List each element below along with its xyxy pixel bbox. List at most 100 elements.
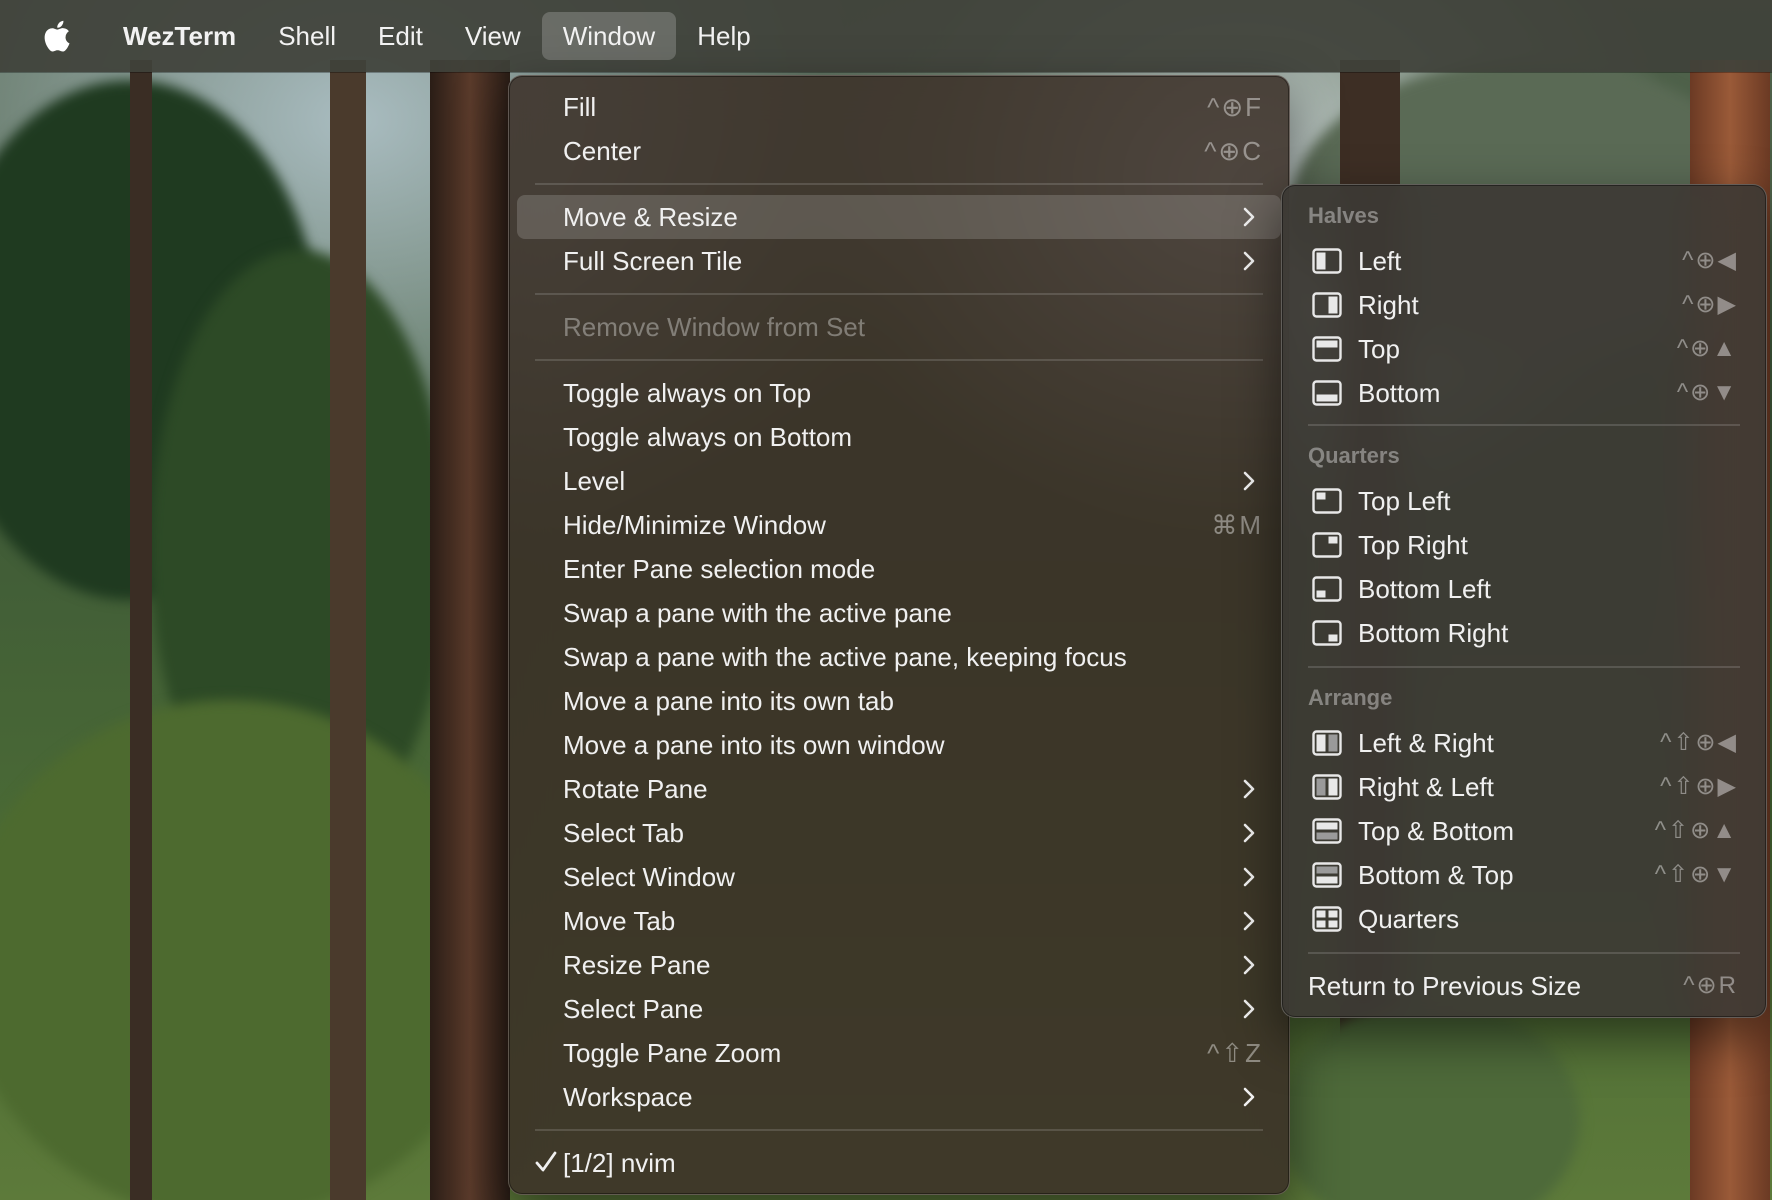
menu-item-full-screen-tile[interactable]: Full Screen Tile: [517, 239, 1281, 283]
arrange-quarters-icon: [1312, 906, 1342, 932]
menu-separator: [535, 1129, 1263, 1131]
move-resize-submenu: Halves Left ^⊕◀ Right ^⊕▶ Top ^⊕▲ Bottom…: [1281, 184, 1767, 1018]
quarter-top-right-icon: [1312, 532, 1342, 558]
menu-item-move-resize[interactable]: Move & Resize: [517, 195, 1281, 239]
arrange-left-right-icon: [1312, 730, 1342, 756]
half-right-icon: [1312, 292, 1342, 318]
section-title-quarters: Quarters: [1308, 443, 1400, 468]
submenu-item-label: Bottom Right: [1358, 618, 1509, 648]
menu-separator: [1308, 666, 1740, 668]
arrange-top-bottom-icon: [1312, 818, 1342, 844]
chevron-right-icon: [1243, 823, 1255, 843]
menu-view[interactable]: View: [444, 12, 542, 60]
submenu-item-shortcut: ^⇧⊕▶: [1660, 773, 1738, 800]
chevron-right-icon: [1243, 911, 1255, 931]
window-menu-dropdown: Fill ^⊕F Center ^⊕C Move & Resize Full S…: [508, 75, 1290, 1195]
menu-item-remove-window-from-set: Remove Window from Set: [517, 305, 1281, 349]
menu-item-shortcut: ^⊕C: [1204, 136, 1263, 166]
submenu-item-shortcut: ^⊕R: [1683, 972, 1738, 999]
quarter-bottom-right-icon: [1312, 620, 1342, 646]
submenu-item-label: Top Left: [1358, 486, 1451, 516]
menu-separator: [535, 293, 1263, 295]
section-title-arrange: Arrange: [1308, 685, 1393, 710]
submenu-item-bottom-top[interactable]: Bottom & Top ^⇧⊕▼: [1290, 853, 1758, 897]
menu-item-label: Select Tab: [563, 818, 684, 848]
apple-logo-icon[interactable]: [36, 19, 76, 53]
menu-item-fill[interactable]: Fill ^⊕F: [517, 85, 1281, 129]
menu-item-rotate-pane[interactable]: Rotate Pane: [517, 767, 1281, 811]
menu-separator: [1308, 952, 1740, 954]
submenu-item-top[interactable]: Top ^⊕▲: [1290, 327, 1758, 371]
chevron-right-icon: [1243, 251, 1255, 271]
menu-item-label: Move Tab: [563, 906, 676, 936]
menu-item-toggle-always-on-top[interactable]: Toggle always on Top: [517, 371, 1281, 415]
menu-item-swap-pane-keep-focus[interactable]: Swap a pane with the active pane, keepin…: [517, 635, 1281, 679]
menu-item-toggle-pane-zoom[interactable]: Toggle Pane Zoom ^⇧Z: [517, 1031, 1281, 1075]
menu-item-label: Center: [563, 136, 642, 166]
menu-item-label: Select Pane: [563, 994, 704, 1024]
menu-item-label: Select Window: [563, 862, 735, 892]
chevron-right-icon: [1243, 955, 1255, 975]
submenu-item-label: Left & Right: [1358, 728, 1494, 758]
submenu-item-top-left[interactable]: Top Left: [1290, 479, 1758, 523]
menu-item-select-tab[interactable]: Select Tab: [517, 811, 1281, 855]
menu-item-label: Full Screen Tile: [563, 246, 743, 276]
submenu-item-left[interactable]: Left ^⊕◀: [1290, 239, 1758, 283]
submenu-item-quarters[interactable]: Quarters: [1290, 897, 1758, 941]
menu-item-hide-minimize-window[interactable]: Hide/Minimize Window ⌘M: [517, 503, 1281, 547]
menu-item-label: Move & Resize: [563, 202, 738, 232]
menu-item-label: Fill: [563, 92, 597, 122]
menu-help[interactable]: Help: [676, 12, 771, 60]
menu-item-select-pane[interactable]: Select Pane: [517, 987, 1281, 1031]
menu-item-label: Rotate Pane: [563, 774, 708, 804]
menu-item-level[interactable]: Level: [517, 459, 1281, 503]
menu-edit[interactable]: Edit: [357, 12, 444, 60]
menu-item-center[interactable]: Center ^⊕C: [517, 129, 1281, 173]
submenu-item-label: Top: [1358, 334, 1400, 364]
menu-item-workspace[interactable]: Workspace: [517, 1075, 1281, 1119]
menu-window[interactable]: Window: [541, 12, 677, 60]
arrange-bottom-top-icon: [1312, 862, 1342, 888]
submenu-item-label: Right & Left: [1358, 772, 1494, 802]
chevron-right-icon: [1243, 1087, 1255, 1107]
menu-shell[interactable]: Shell: [257, 12, 357, 60]
submenu-item-right-left[interactable]: Right & Left ^⇧⊕▶: [1290, 765, 1758, 809]
menu-item-shortcut: ⌘M: [1211, 510, 1263, 540]
submenu-item-top-bottom[interactable]: Top & Bottom ^⇧⊕▲: [1290, 809, 1758, 853]
submenu-item-bottom-right[interactable]: Bottom Right: [1290, 611, 1758, 655]
menu-item-swap-pane[interactable]: Swap a pane with the active pane: [517, 591, 1281, 635]
menu-app-name[interactable]: WezTerm: [102, 12, 257, 60]
section-title-halves: Halves: [1308, 203, 1379, 228]
menu-item-label: Swap a pane with the active pane: [563, 598, 952, 628]
half-left-icon: [1312, 248, 1342, 274]
submenu-item-label: Top & Bottom: [1358, 816, 1515, 846]
menu-item-label: Toggle always on Bottom: [563, 422, 853, 452]
menu-item-select-window[interactable]: Select Window: [517, 855, 1281, 899]
menu-item-move-pane-to-tab[interactable]: Move a pane into its own tab: [517, 679, 1281, 723]
submenu-item-top-right[interactable]: Top Right: [1290, 523, 1758, 567]
menu-item-label: Resize Pane: [563, 950, 711, 980]
submenu-item-return-previous-size[interactable]: Return to Previous Size ^⊕R: [1290, 964, 1758, 1008]
menu-item-shortcut: ^⊕F: [1207, 92, 1263, 122]
menu-item-shortcut: ^⇧Z: [1207, 1038, 1263, 1068]
menu-item-move-pane-to-window[interactable]: Move a pane into its own window: [517, 723, 1281, 767]
checkmark-icon: [535, 1151, 557, 1172]
submenu-item-bottom[interactable]: Bottom ^⊕▼: [1290, 371, 1758, 415]
menu-item-enter-pane-selection-mode[interactable]: Enter Pane selection mode: [517, 547, 1281, 591]
menu-item-move-tab[interactable]: Move Tab: [517, 899, 1281, 943]
submenu-item-left-right[interactable]: Left & Right ^⇧⊕◀: [1290, 721, 1758, 765]
quarter-bottom-left-icon: [1312, 576, 1342, 602]
submenu-item-shortcut: ^⇧⊕▲: [1654, 817, 1738, 844]
menu-item-resize-pane[interactable]: Resize Pane: [517, 943, 1281, 987]
menu-item-label: Hide/Minimize Window: [563, 510, 826, 540]
menu-item-label: Toggle always on Top: [563, 378, 812, 408]
menu-item-label: Swap a pane with the active pane, keepin…: [563, 642, 1127, 672]
submenu-item-bottom-left[interactable]: Bottom Left: [1290, 567, 1758, 611]
menu-item-window-nvim[interactable]: [1/2] nvim: [517, 1141, 1281, 1185]
menu-item-toggle-always-on-bottom[interactable]: Toggle always on Bottom: [517, 415, 1281, 459]
submenu-item-right[interactable]: Right ^⊕▶: [1290, 283, 1758, 327]
menu-separator: [535, 359, 1263, 361]
submenu-item-shortcut: ^⊕◀: [1682, 247, 1738, 274]
menu-item-label: Enter Pane selection mode: [563, 554, 876, 584]
half-bottom-icon: [1312, 380, 1342, 406]
